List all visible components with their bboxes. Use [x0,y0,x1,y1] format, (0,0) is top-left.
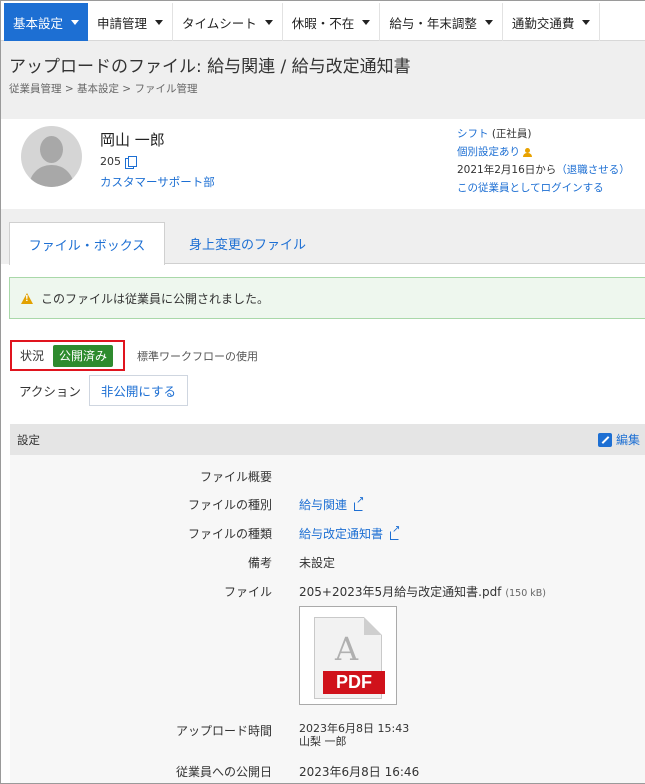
upload-time-value: 2023年6月8日 15:43 山梨 一郎 [299,722,409,748]
nav-label: 申請管理 [97,15,148,31]
employee-id-value: 205 [100,155,121,168]
published-notice: このファイルは従業員に公開されました。 [9,277,645,319]
chevron-down-icon [582,19,591,25]
file-category-link[interactable]: 給与関連 [299,498,347,512]
nav-item-basic-settings[interactable]: 基本設定 [4,3,89,41]
upload-by: 山梨 一郎 [299,735,347,748]
pdf-file-icon: A PDF [314,617,385,699]
app-frame: 基本設定 申請管理 タイムシート 休暇・不在 給与・年末調整 通勤交通費 アップ… [0,0,645,784]
warning-icon [21,292,33,304]
page-header: アップロードのファイル: 給与関連 / 給与改定通知書 従業員管理 > 基本設定… [1,41,645,119]
employee-meta: シフト (正社員) 個別設定あり 2021年2月16日から（退職させる） この従… [457,125,630,197]
edit-label: 編集 [616,433,641,447]
nav-label: 基本設定 [13,15,64,31]
file-category-label: ファイルの種別 [187,498,272,512]
note-label: 備考 [247,556,272,570]
file-size: (150 kB) [505,588,547,599]
file-type-link[interactable]: 給与改定通知書 [299,527,383,541]
chevron-down-icon [484,19,493,25]
file-type-label: ファイルの種類 [187,527,272,541]
external-link-icon [390,524,400,540]
employee-card: 岡山 一郎 205 カスタマーサポート部 シフト (正社員) 個別設定あり 20… [1,119,645,209]
login-as-employee-link[interactable]: この従業員としてログインする [457,182,604,194]
edit-button[interactable]: 編集 [598,431,640,448]
action-row: アクション 非公開にする [10,374,189,406]
chevron-down-icon [71,19,80,25]
file-category-value[interactable]: 給与関連 [299,495,364,513]
nav-item-commute[interactable]: 通勤交通費 [503,3,601,41]
breadcrumb: 従業員管理 > 基本設定 > ファイル管理 [9,83,198,95]
tab-personnel-change-files[interactable]: 身上変更のファイル [189,222,306,265]
nav-label: 通勤交通費 [511,15,575,31]
chevron-down-icon [264,19,273,25]
notice-text: このファイルは従業員に公開されました。 [41,291,270,306]
publish-date-label: 従業員への公開日 [175,765,272,779]
shift-link[interactable]: シフト [457,128,489,140]
employee-department-link[interactable]: カスタマーサポート部 [100,174,215,190]
pdf-thumbnail[interactable]: A PDF [299,606,397,705]
chevron-down-icon [155,19,164,25]
upload-time-label: アップロード時間 [175,724,272,738]
nav-item-leave[interactable]: 休暇・不在 [283,3,381,41]
page-title: アップロードのファイル: 給与関連 / 給与改定通知書 [9,57,411,77]
action-label: アクション [19,383,81,399]
person-icon [523,147,532,157]
nav-label: 休暇・不在 [291,15,355,31]
pencil-icon [598,432,612,447]
status-label: 状況 [20,349,45,363]
personal-settings-link[interactable]: 個別設定あり [457,146,520,158]
file-value: 205+2023年5月給与改定通知書.pdf (150 kB) [299,583,546,600]
avatar [21,126,82,187]
settings-header: 設定 編集 [10,424,645,455]
employee-name: 岡山 一郎 [100,131,165,149]
employee-id: 205 [100,155,137,169]
copy-icon[interactable] [125,155,137,169]
nav-item-timesheet[interactable]: タイムシート [173,3,283,41]
upload-time: 2023年6月8日 15:43 [299,722,410,735]
external-link-icon [354,495,364,511]
nav-item-applications[interactable]: 申請管理 [88,3,174,41]
settings-panel: 設定 編集 ファイル概要 ファイルの種別 給与関連 ファイルの種類 給与改定通知… [10,424,645,783]
file-summary-label: ファイル概要 [199,470,272,484]
file-label: ファイル [223,585,272,599]
retire-link[interactable]: （退職させる） [556,164,630,176]
pdf-label: PDF [323,671,385,694]
settings-title: 設定 [17,433,40,447]
status-badge: 公開済み [53,344,114,367]
file-name: 205+2023年5月給与改定通知書.pdf [299,585,502,599]
employment-since: 2021年2月16日から [457,164,557,176]
workflow-text: 標準ワークフローの使用 [137,350,258,363]
nav-item-payroll[interactable]: 給与・年末調整 [380,3,503,41]
tab-divider [164,263,645,264]
chevron-down-icon [362,19,371,25]
publish-date-value: 2023年6月8日 16:46 [299,765,420,779]
tab-file-box[interactable]: ファイル・ボックス [9,222,165,265]
nav-label: 給与・年末調整 [389,15,477,31]
note-value: 未設定 [299,556,336,570]
status-highlight: 状況 公開済み [10,340,125,371]
nav-label: タイムシート [182,15,257,31]
unpublish-button[interactable]: 非公開にする [88,374,189,406]
tab-bar: ファイル・ボックス 身上変更のファイル [1,209,645,265]
employment-type: (正社員) [488,128,532,140]
file-type-value[interactable]: 給与改定通知書 [299,524,400,542]
top-nav: 基本設定 申請管理 タイムシート 休暇・不在 給与・年末調整 通勤交通費 [1,1,645,41]
